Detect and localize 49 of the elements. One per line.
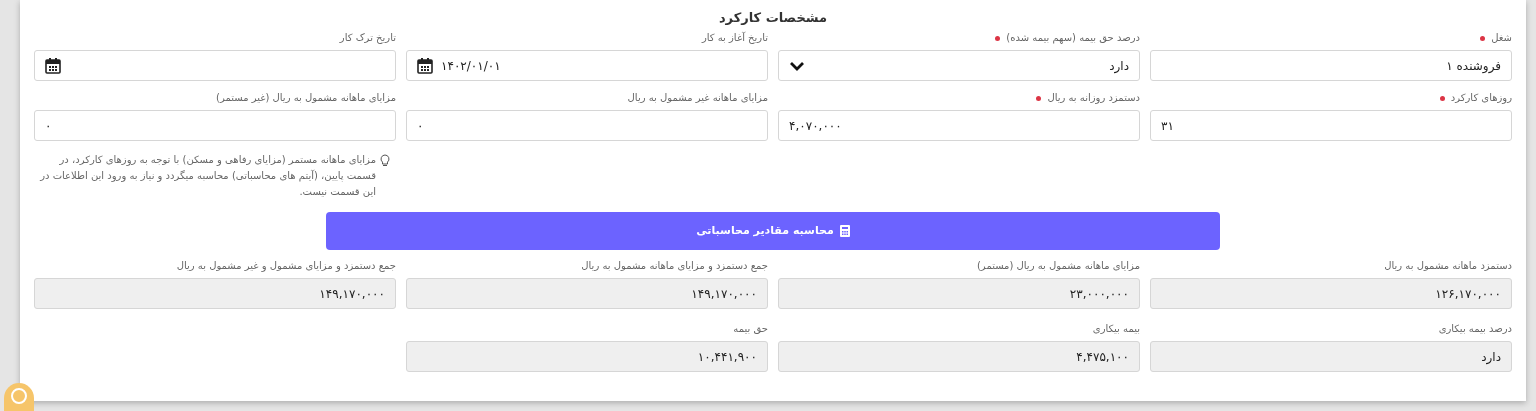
- required-mark-icon: [1439, 95, 1445, 101]
- field-label: حق بیمه: [733, 324, 768, 334]
- field-value: ۰: [417, 117, 424, 135]
- date-field[interactable]: [34, 50, 396, 81]
- field-label: مزایای ماهانه مشمول به ریال (غیر مستمر): [216, 93, 396, 103]
- input-field[interactable]: ۰: [34, 110, 396, 141]
- required-mark-icon: [1036, 95, 1042, 101]
- readonly-field: ۱۲۶,۱۷۰,۰۰۰: [1150, 278, 1512, 309]
- input-field[interactable]: ۰: [406, 110, 768, 141]
- field-value: فروشنده ۱: [1446, 57, 1501, 75]
- calendar-icon[interactable]: [417, 57, 433, 74]
- field-label: دستمزد ماهانه مشمول به ریال: [1384, 261, 1512, 271]
- field-label: جمع دستمزد و مزایای ماهانه مشمول به ریال: [581, 261, 768, 271]
- field-label: روزهای کارکرد: [1450, 93, 1512, 103]
- field-label: تاریخ آغاز به کار: [701, 33, 768, 43]
- field-label: جمع دستمزد و مزایای مشمول و غیر مشمول به ریال: [176, 261, 396, 271]
- field-label: تاریخ ترک کار: [339, 33, 396, 43]
- field-label: دستمزد روزانه به ریال: [1047, 93, 1140, 103]
- field-value: ۴,۰۷۰,۰۰۰: [789, 117, 842, 135]
- dropdown-field[interactable]: دارد: [778, 50, 1140, 81]
- input-field[interactable]: فروشنده ۱: [1150, 50, 1512, 81]
- section-title: مشخصات کارکرد: [718, 10, 828, 25]
- required-mark-icon: [995, 35, 1001, 41]
- field-value: ۱۴۰۲/۰۱/۰۱: [441, 57, 501, 75]
- required-mark-icon: [1480, 35, 1486, 41]
- readonly-field: ۲۳,۰۰۰,۰۰۰: [778, 278, 1140, 309]
- field-label: شغل: [1491, 33, 1512, 43]
- readonly-field: ۱۰,۴۴۱,۹۰۰: [406, 341, 768, 372]
- readonly-field: دارد: [1150, 341, 1512, 372]
- input-field[interactable]: ۴,۰۷۰,۰۰۰: [778, 110, 1140, 141]
- date-field[interactable]: ۱۴۰۲/۰۱/۰۱: [406, 50, 768, 81]
- field-value: ۰: [45, 117, 52, 135]
- readonly-field: ۴,۴۷۵,۱۰۰: [778, 341, 1140, 372]
- input-field[interactable]: ۳۱: [1150, 110, 1512, 141]
- lightbulb-icon: [380, 154, 390, 167]
- readonly-field: ۱۴۹,۱۷۰,۰۰۰: [34, 278, 396, 309]
- field-label: مزایای ماهانه مشمول به ریال (مستمر): [976, 261, 1140, 271]
- field-value: دارد: [1109, 57, 1129, 75]
- field-label: مزایای ماهانه غیر مشمول به ریال: [627, 93, 768, 103]
- calculator-icon: [839, 225, 850, 237]
- calendar-icon[interactable]: [45, 57, 61, 74]
- field-label: درصد حق بیمه (سهم بیمه شده): [1006, 33, 1140, 43]
- field-value: ۳۱: [1161, 117, 1174, 135]
- field-label: درصد بیمه بیکاری: [1438, 324, 1512, 334]
- field-label: بیمه بیکاری: [1092, 324, 1140, 334]
- calculate-button[interactable]: محاسبه مقادیر محاسباتی: [326, 212, 1220, 250]
- chevron-down-icon: [789, 60, 805, 71]
- info-note: مزایای ماهانه مستمر (مزایای رفاهی و مسکن) با توجه به روزهای کارکرد، در قسمت پایین، (آیتم های محاسباتی) محاسبه میگردد و نیاز به ورود این اطلاعات در این قسمت نیست.: [40, 153, 376, 199]
- readonly-field: ۱۴۹,۱۷۰,۰۰۰: [406, 278, 768, 309]
